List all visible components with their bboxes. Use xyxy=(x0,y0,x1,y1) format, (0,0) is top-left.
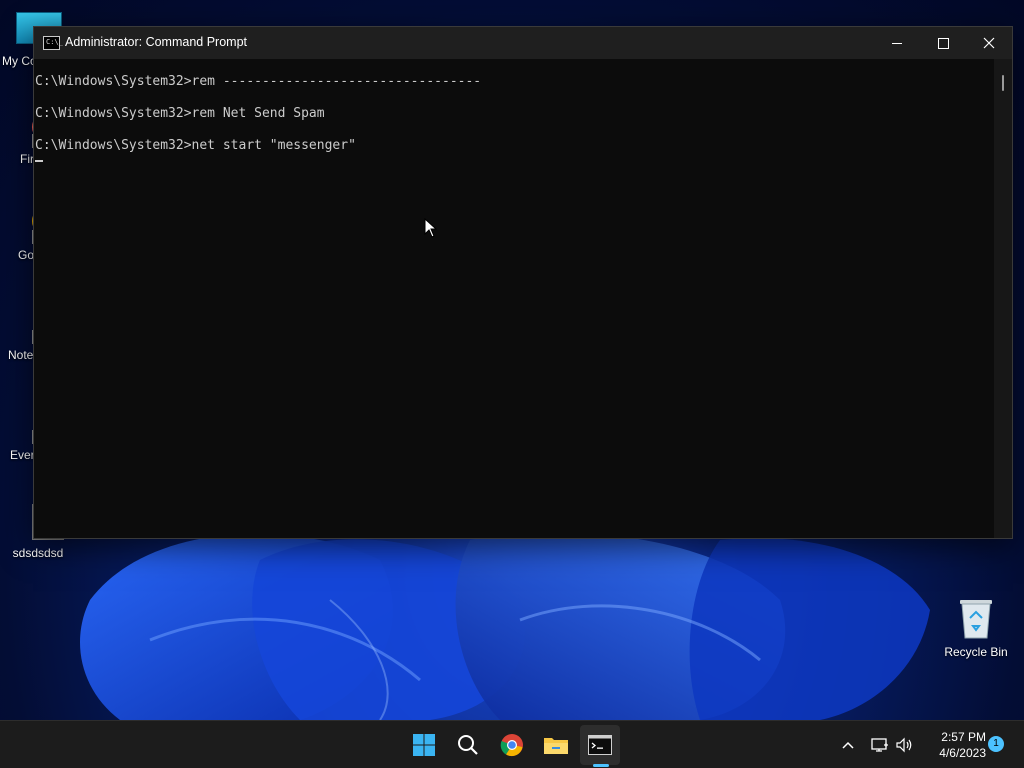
console-line: C:\Windows\System32>rem Net Send Spam xyxy=(35,106,325,121)
notification-badge[interactable]: 1 xyxy=(988,736,1004,752)
title-bar[interactable]: C:\_ Administrator: Command Prompt xyxy=(34,27,1012,59)
network-status[interactable] xyxy=(870,721,890,768)
console-output[interactable]: C:\Windows\System32>rem ----------------… xyxy=(34,59,994,538)
taskbar: 2:57 PM 4/6/2023 xyxy=(0,720,1024,768)
show-hidden-icons-icon[interactable] xyxy=(838,735,858,755)
recycle-bin-icon xyxy=(960,600,992,639)
console-line: C:\Windows\System32>net start "messenger… xyxy=(35,138,356,153)
close-button[interactable] xyxy=(966,27,1012,59)
desktop-icon-label: sdsdsdsd xyxy=(12,546,64,560)
recycle-bin-label: Recycle Bin xyxy=(944,645,1008,659)
minimize-button[interactable] xyxy=(874,27,920,59)
chrome-icon xyxy=(500,734,523,757)
command-prompt-icon: C:\_ xyxy=(43,36,63,50)
start-icon xyxy=(413,734,435,756)
desktop-icon-recycle-bin[interactable]: Recycle Bin xyxy=(940,596,1012,659)
vertical-scrollbar[interactable] xyxy=(994,59,1012,538)
taskbar-search-button[interactable] xyxy=(448,725,488,765)
file-explorer-icon xyxy=(544,738,568,754)
clock-time: 2:57 PM xyxy=(941,730,986,744)
network-icon xyxy=(871,738,888,752)
desktop: My Co ↗ Fir ↗ Go Chr ↗ Note ↗ Ever xyxy=(0,0,1024,768)
clock-date: 4/6/2023 xyxy=(939,746,986,760)
text-cursor xyxy=(35,160,43,162)
active-app-indicator xyxy=(593,764,609,767)
window-title: Administrator: Command Prompt xyxy=(65,35,248,49)
taskbar-command-prompt-button[interactable] xyxy=(580,725,620,765)
taskbar-file-explorer-button[interactable] xyxy=(536,725,576,765)
taskbar-clock[interactable]: 2:57 PM 4/6/2023 xyxy=(920,729,986,761)
close-icon xyxy=(983,37,995,49)
taskbar-chrome-button[interactable] xyxy=(492,725,532,765)
system-tray xyxy=(838,721,858,768)
scrollbar-thumb[interactable] xyxy=(1002,75,1004,91)
maximize-icon xyxy=(937,37,949,49)
console-cursor-line xyxy=(35,157,994,172)
command-prompt-icon xyxy=(588,735,612,755)
minimize-icon xyxy=(892,42,902,44)
command-prompt-window[interactable]: C:\_ Administrator: Command Prompt C:\Wi… xyxy=(33,26,1013,539)
volume-icon xyxy=(896,737,912,753)
volume-control[interactable] xyxy=(894,721,914,768)
start-button[interactable] xyxy=(404,725,444,765)
search-icon xyxy=(458,735,478,755)
mouse-pointer-icon xyxy=(424,218,438,238)
console-line: C:\Windows\System32>rem ----------------… xyxy=(35,74,482,89)
maximize-button[interactable] xyxy=(920,27,966,59)
